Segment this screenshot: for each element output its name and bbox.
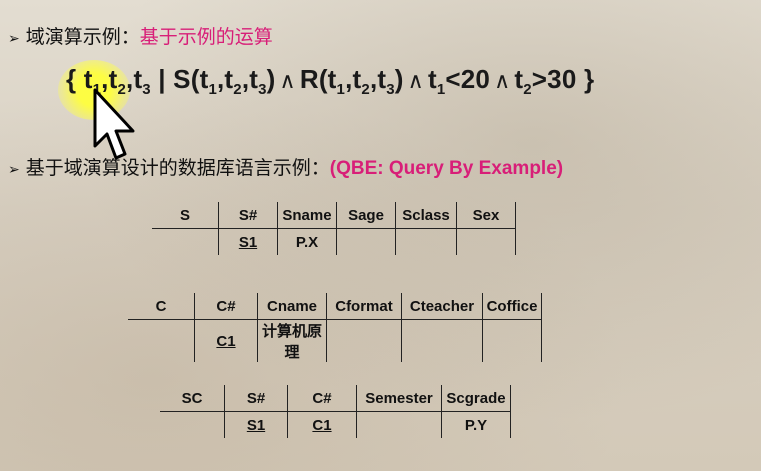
arrow-bullet-icon: ➢ xyxy=(8,161,20,177)
table-header-cell: Semester xyxy=(356,385,442,412)
table-header-cell: C# xyxy=(287,385,357,412)
qbe-table-sc: SC S# C# Semester Scgrade S1 C1 P.Y xyxy=(160,385,511,438)
table-cell: S1 xyxy=(224,411,288,438)
line1-accent: 基于示例的运算 xyxy=(139,26,273,48)
table-cell: P.Y xyxy=(441,411,511,438)
table-cell: C1 xyxy=(194,319,258,362)
table-header-cell: Sclass xyxy=(395,202,457,229)
table-header-row: S S# Sname Sage Sclass Sex xyxy=(152,202,516,229)
table-header-cell: C# xyxy=(194,293,258,320)
table-header-cell: Sname xyxy=(277,202,337,229)
table-header-cell: C xyxy=(128,293,195,320)
table-header-cell: Sage xyxy=(336,202,396,229)
table-cell xyxy=(160,411,225,438)
table-cell xyxy=(401,319,483,362)
table-header-cell: S# xyxy=(218,202,278,229)
bullet-line-domain-example: ➢ 域演算示例： 基于示例的运算 xyxy=(8,22,273,49)
table-header-cell: Cname xyxy=(257,293,327,320)
table-cell xyxy=(456,228,516,255)
table-header-cell: Scgrade xyxy=(441,385,511,412)
line2-accent: (QBE: Query By Example) xyxy=(329,158,564,179)
table-cell xyxy=(128,319,195,362)
mouse-pointer-icon xyxy=(93,88,135,160)
table-header-cell: Cformat xyxy=(326,293,402,320)
table-header-cell: Cteacher xyxy=(401,293,483,320)
table-header-cell: S xyxy=(152,202,219,229)
table-row: C1 计算机原理 xyxy=(128,319,542,362)
table-cell: S1 xyxy=(218,228,278,255)
table-cell xyxy=(152,228,219,255)
table-header-cell: Sex xyxy=(456,202,516,229)
line1-label: 域演算示例： xyxy=(25,26,140,48)
table-cell: 计算机原理 xyxy=(257,319,327,362)
table-cell xyxy=(336,228,396,255)
table-cell: C1 xyxy=(287,411,357,438)
line2-label: 基于域演算设计的数据库语言示例： xyxy=(25,157,330,179)
table-header-cell: SC xyxy=(160,385,225,412)
table-cell xyxy=(326,319,402,362)
bullet-line-qbe: ➢ 基于域演算设计的数据库语言示例： (QBE: Query By Exampl… xyxy=(8,153,563,180)
table-header-cell: S# xyxy=(224,385,288,412)
qbe-table-s: S S# Sname Sage Sclass Sex S1 P.X xyxy=(152,202,516,255)
table-header-row: SC S# C# Semester Scgrade xyxy=(160,385,511,412)
table-cell xyxy=(356,411,442,438)
arrow-bullet-icon: ➢ xyxy=(8,30,20,46)
qbe-table-c: C C# Cname Cformat Cteacher Coffice C1 计… xyxy=(128,293,542,362)
table-row: S1 C1 P.Y xyxy=(160,411,511,438)
domain-calculus-formula: { t1,t2,t3 | S(t1,t2,t3) ∧ R(t1,t2,t3) ∧ t1<… xyxy=(66,64,595,99)
table-cell xyxy=(395,228,457,255)
table-row: S1 P.X xyxy=(152,228,516,255)
table-cell xyxy=(482,319,542,362)
table-header-cell: Coffice xyxy=(482,293,542,320)
table-cell: P.X xyxy=(277,228,337,255)
table-header-row: C C# Cname Cformat Cteacher Coffice xyxy=(128,293,542,320)
